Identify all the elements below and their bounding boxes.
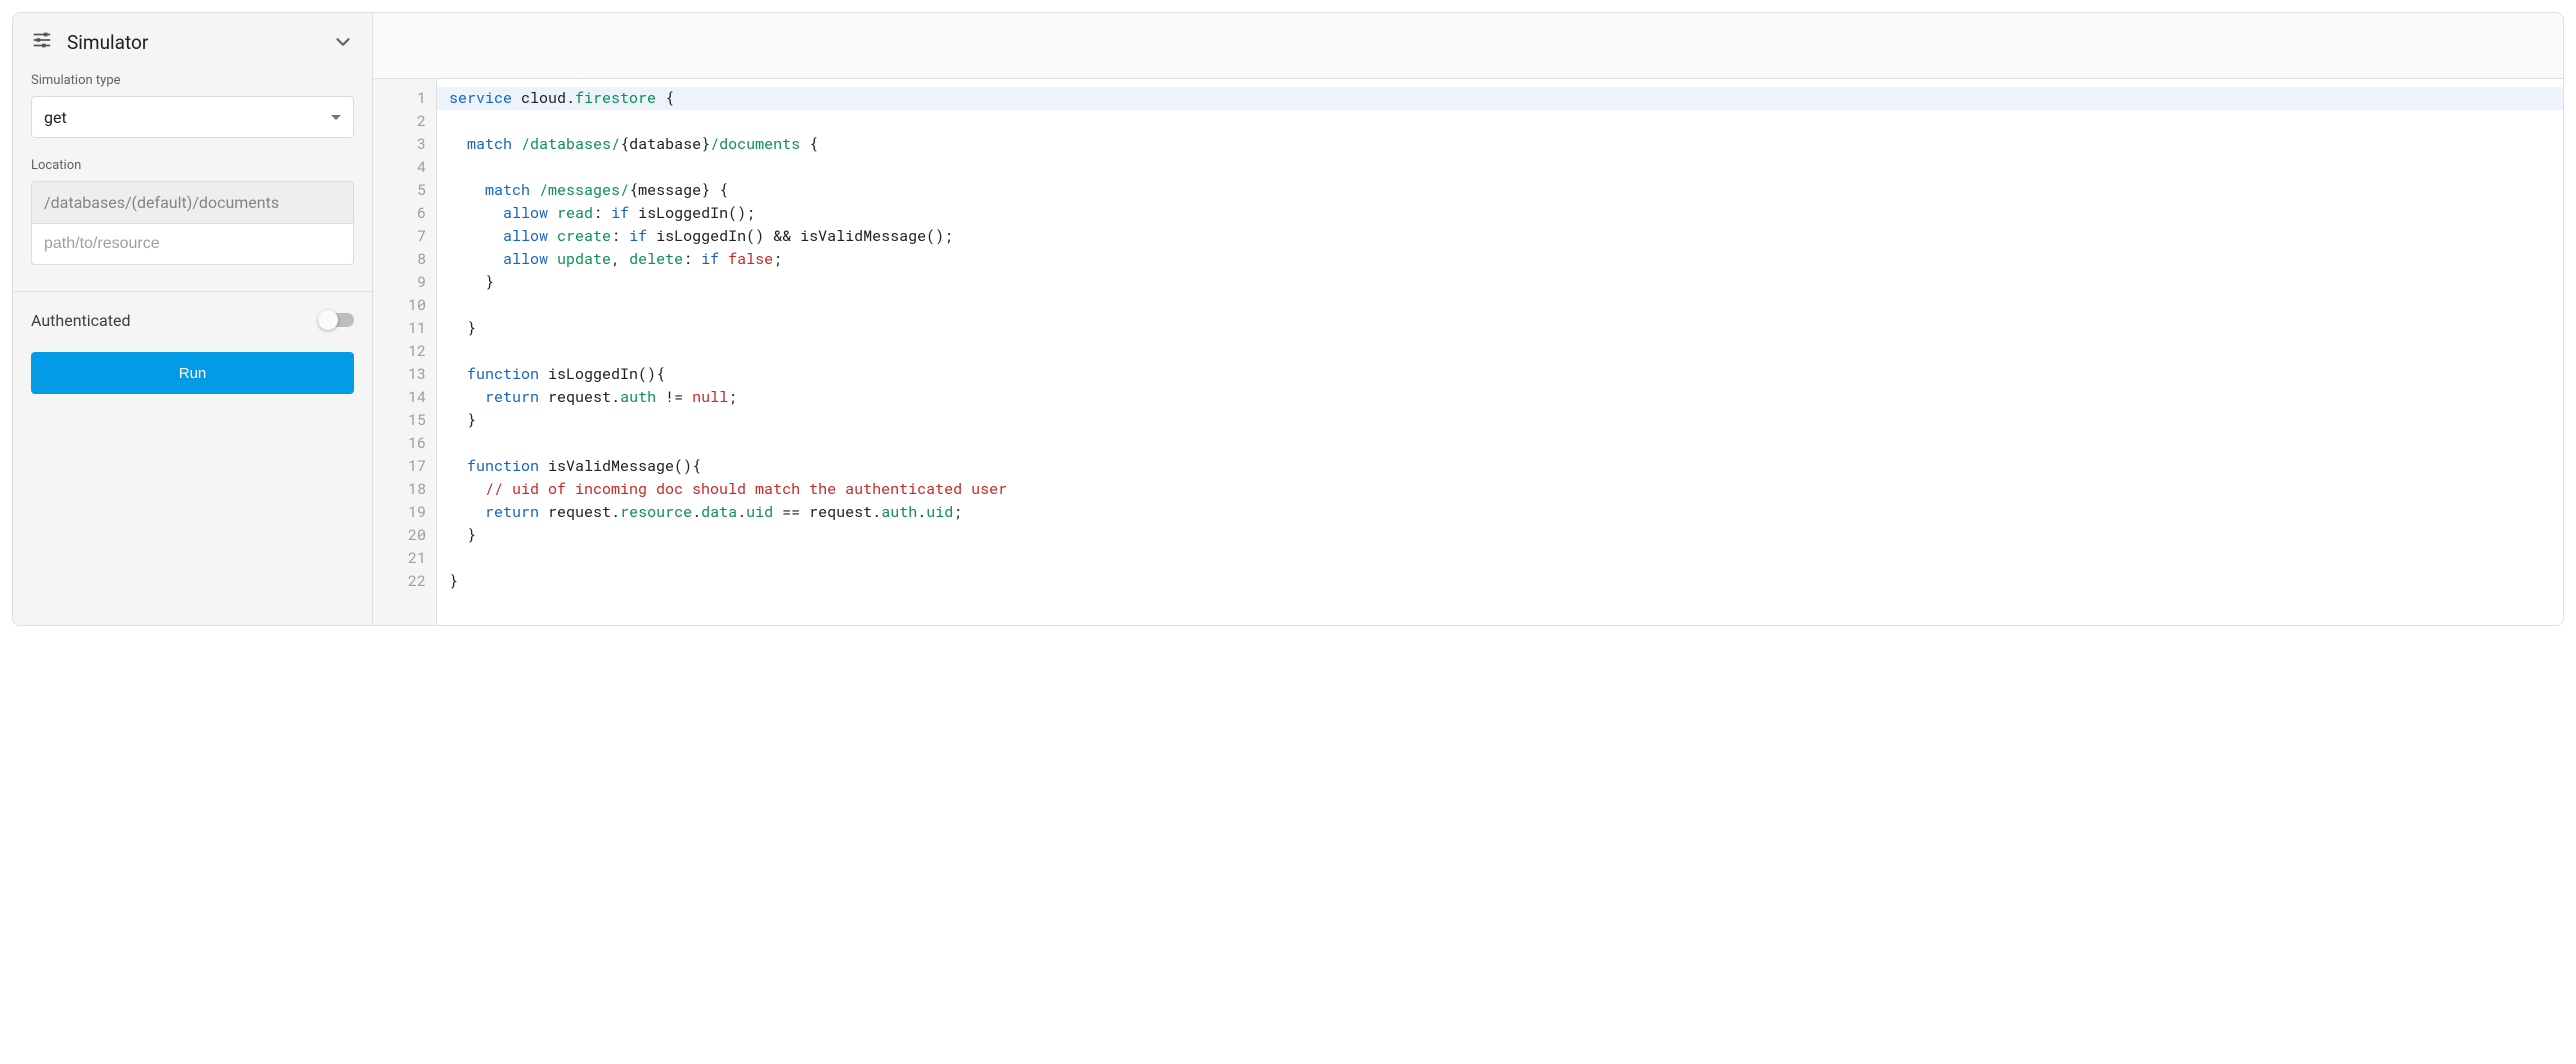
line-number: 21 xyxy=(383,547,426,570)
code-line xyxy=(449,340,2551,363)
code-line xyxy=(449,110,2551,133)
line-number: 17 xyxy=(383,455,426,478)
line-number: 4 xyxy=(383,156,426,179)
code-editor[interactable]: service cloud.firestore { match /databas… xyxy=(437,79,2563,625)
line-number: 6 xyxy=(383,202,426,225)
simulator-title: Simulator xyxy=(67,31,318,54)
line-number: 10 xyxy=(383,294,426,317)
code-line: allow read: if isLoggedIn(); xyxy=(449,202,2551,225)
chevron-down-icon xyxy=(332,31,354,53)
code-line xyxy=(449,432,2551,455)
code-line: function isLoggedIn(){ xyxy=(449,363,2551,386)
simulation-type-section: Simulation type get xyxy=(13,69,372,154)
line-number: 13 xyxy=(383,363,426,386)
line-number-gutter: 12345678910111213141516171819202122 xyxy=(373,79,437,625)
line-number: 22 xyxy=(383,570,426,593)
code-line: } xyxy=(449,524,2551,547)
code-line: return request.auth != null; xyxy=(449,386,2551,409)
code-line: function isValidMessage(){ xyxy=(449,455,2551,478)
app-root: Simulator Simulation type get Location /… xyxy=(12,12,2564,626)
location-label: Location xyxy=(31,158,354,173)
line-number: 1 xyxy=(383,87,426,110)
code-line xyxy=(449,547,2551,570)
location-section: Location /databases/(default)/documents xyxy=(13,154,372,281)
editor-toolbar xyxy=(373,13,2563,79)
line-number: 20 xyxy=(383,524,426,547)
code-line: match /databases/{database}/documents { xyxy=(449,133,2551,156)
code-line xyxy=(449,156,2551,179)
authenticated-label: Authenticated xyxy=(31,311,130,330)
code-line: } xyxy=(449,409,2551,432)
location-input[interactable] xyxy=(31,223,354,265)
run-button[interactable]: Run xyxy=(31,352,354,394)
line-number: 7 xyxy=(383,225,426,248)
code-line: } xyxy=(449,317,2551,340)
code-line: allow update, delete: if false; xyxy=(449,248,2551,271)
run-section: Run xyxy=(13,330,372,416)
code-line: match /messages/{message} { xyxy=(449,179,2551,202)
authenticated-row: Authenticated xyxy=(13,292,372,330)
tune-icon xyxy=(31,29,53,55)
toggle-knob xyxy=(318,310,338,330)
editor-area: 12345678910111213141516171819202122 serv… xyxy=(373,13,2563,625)
location-prefix: /databases/(default)/documents xyxy=(31,181,354,223)
line-number: 16 xyxy=(383,432,426,455)
line-number: 2 xyxy=(383,110,426,133)
editor-body: 12345678910111213141516171819202122 serv… xyxy=(373,79,2563,625)
code-line xyxy=(449,294,2551,317)
simulation-type-value: get xyxy=(44,108,67,127)
line-number: 12 xyxy=(383,340,426,363)
line-number: 5 xyxy=(383,179,426,202)
line-number: 15 xyxy=(383,409,426,432)
simulator-header[interactable]: Simulator xyxy=(13,13,372,69)
authenticated-toggle[interactable] xyxy=(318,310,354,330)
simulator-sidebar: Simulator Simulation type get Location /… xyxy=(13,13,373,625)
code-line: // uid of incoming doc should match the … xyxy=(449,478,2551,501)
simulation-type-label: Simulation type xyxy=(31,73,354,88)
code-line: } xyxy=(449,570,2551,593)
line-number: 11 xyxy=(383,317,426,340)
simulation-type-select[interactable]: get xyxy=(31,96,354,138)
line-number: 18 xyxy=(383,478,426,501)
line-number: 9 xyxy=(383,271,426,294)
code-line: } xyxy=(449,271,2551,294)
line-number: 3 xyxy=(383,133,426,156)
line-number: 19 xyxy=(383,501,426,524)
dropdown-triangle-icon xyxy=(331,115,341,120)
line-number: 14 xyxy=(383,386,426,409)
code-line: allow create: if isLoggedIn() && isValid… xyxy=(449,225,2551,248)
line-number: 8 xyxy=(383,248,426,271)
code-line: return request.resource.data.uid == requ… xyxy=(449,501,2551,524)
code-line: service cloud.firestore { xyxy=(437,87,2563,110)
